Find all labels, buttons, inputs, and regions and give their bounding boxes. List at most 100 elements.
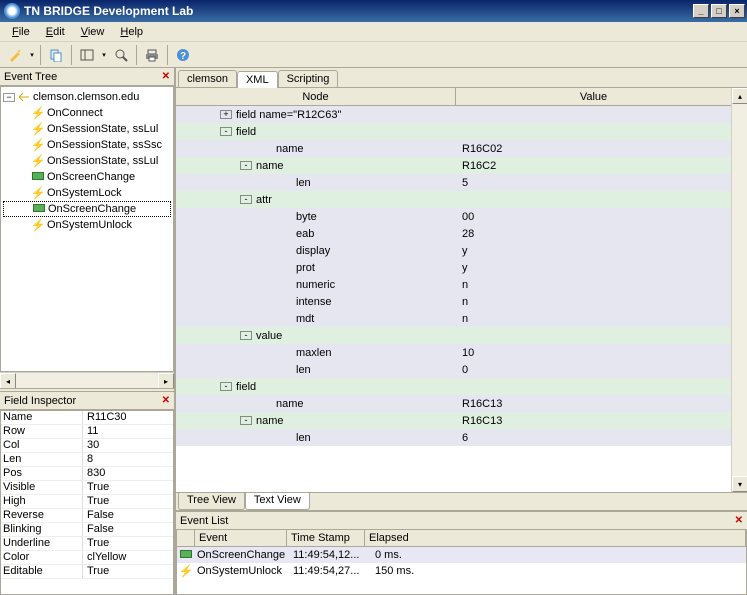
collapse-icon[interactable]: - — [240, 161, 252, 170]
collapse-icon[interactable]: − — [3, 93, 15, 102]
tool-wizard[interactable] — [4, 44, 26, 66]
collapse-icon[interactable]: - — [240, 331, 252, 340]
maximize-button[interactable]: □ — [711, 4, 727, 18]
inspector-row[interactable]: Col30 — [1, 439, 173, 453]
xml-row[interactable]: intensen — [176, 293, 731, 310]
xml-col-value[interactable]: Value — [456, 88, 731, 105]
xml-row[interactable]: maxlen10 — [176, 344, 731, 361]
inspector-row[interactable]: Row11 — [1, 425, 173, 439]
tree-item[interactable]: ⚡OnSystemUnlock — [3, 217, 171, 233]
event-list-row[interactable]: ⚡OnSystemUnlock11:49:54,27...150 ms. — [177, 563, 746, 579]
tool-layout-dropdown[interactable]: ▾ — [100, 51, 108, 59]
tool-print[interactable] — [141, 44, 163, 66]
collapse-icon[interactable]: - — [220, 382, 232, 391]
collapse-icon[interactable]: - — [240, 195, 252, 204]
tab-xml[interactable]: XML — [237, 71, 278, 88]
tree-scrollbar-h[interactable]: ◂ ▸ — [0, 372, 174, 388]
collapse-icon[interactable]: - — [240, 416, 252, 425]
tree-root[interactable]: − clemson.clemson.edu — [3, 89, 171, 105]
inspector-row[interactable]: UnderlineTrue — [1, 537, 173, 551]
inspector-row[interactable]: EditableTrue — [1, 565, 173, 579]
inspector-row[interactable]: ColorclYellow — [1, 551, 173, 565]
xml-col-node[interactable]: Node — [176, 88, 456, 105]
tree-item[interactable]: ⚡OnSessionState, ssLul — [3, 121, 171, 137]
xml-row[interactable]: proty — [176, 259, 731, 276]
menu-help[interactable]: Help — [112, 24, 151, 40]
col-event[interactable]: Event — [195, 530, 287, 546]
xml-node-name: attr — [256, 194, 272, 206]
scroll-right-icon[interactable]: ▸ — [158, 373, 174, 389]
xml-row[interactable]: displayy — [176, 242, 731, 259]
collapse-icon[interactable]: - — [220, 127, 232, 136]
field-inspector-close-icon[interactable]: ✕ — [162, 395, 170, 406]
xml-grid[interactable]: Node Value +field name="R12C63"-fieldnam… — [176, 88, 731, 492]
tree-item[interactable]: OnScreenChange — [3, 169, 171, 185]
scroll-left-icon[interactable]: ◂ — [0, 373, 16, 389]
inspector-value: True — [83, 565, 173, 578]
xml-row[interactable]: -value — [176, 327, 731, 344]
scroll-up-icon[interactable]: ▴ — [732, 88, 747, 104]
inspector-value: clYellow — [83, 551, 173, 564]
inspector-row[interactable]: BlinkingFalse — [1, 523, 173, 537]
col-elapsed[interactable]: Elapsed — [365, 530, 746, 546]
tree-item[interactable]: ⚡OnSystemLock — [3, 185, 171, 201]
tree-item[interactable]: OnScreenChange — [3, 201, 171, 217]
inspector-key: Color — [1, 551, 83, 564]
xml-row[interactable]: -nameR16C2 — [176, 157, 731, 174]
bolt-icon: ⚡ — [31, 122, 45, 136]
event-tree-close-icon[interactable]: ✕ — [162, 71, 170, 82]
tool-copy[interactable] — [45, 44, 67, 66]
inspector-row[interactable]: ReverseFalse — [1, 509, 173, 523]
xml-row[interactable]: eab28 — [176, 225, 731, 242]
inspector-row[interactable]: Len8 — [1, 453, 173, 467]
field-inspector[interactable]: NameR11C30Row11Col30Len8Pos830VisibleTru… — [0, 410, 174, 595]
tool-layout[interactable] — [76, 44, 98, 66]
xml-row[interactable]: len6 — [176, 429, 731, 446]
xml-row[interactable]: nameR16C13 — [176, 395, 731, 412]
menu-view[interactable]: View — [73, 24, 113, 40]
xml-row[interactable]: -nameR16C13 — [176, 412, 731, 429]
event-list-row[interactable]: OnScreenChange11:49:54,12...0 ms. — [177, 547, 746, 563]
tool-help[interactable]: ? — [172, 44, 194, 66]
inspector-row[interactable]: HighTrue — [1, 495, 173, 509]
tool-wizard-dropdown[interactable]: ▾ — [28, 51, 36, 59]
menu-edit[interactable]: Edit — [38, 24, 73, 40]
xml-row[interactable]: -field — [176, 378, 731, 395]
tree-item[interactable]: ⚡OnConnect — [3, 105, 171, 121]
tree-item[interactable]: ⚡OnSessionState, ssSsc — [3, 137, 171, 153]
close-button[interactable]: × — [729, 4, 745, 18]
event-list-close-icon[interactable]: ✕ — [735, 515, 743, 526]
col-timestamp[interactable]: Time Stamp — [287, 530, 365, 546]
xml-row[interactable]: +field name="R12C63" — [176, 106, 731, 123]
inspector-key: High — [1, 495, 83, 508]
xml-node-name: byte — [296, 211, 317, 223]
xml-row[interactable]: -field — [176, 123, 731, 140]
event-list-grid[interactable]: Event Time Stamp Elapsed OnScreenChange1… — [176, 529, 747, 595]
xml-node-value: 6 — [456, 432, 731, 444]
inspector-row[interactable]: VisibleTrue — [1, 481, 173, 495]
xml-scrollbar-v[interactable]: ▴ ▾ — [731, 88, 747, 492]
xml-row[interactable]: numericn — [176, 276, 731, 293]
xml-row[interactable]: len0 — [176, 361, 731, 378]
event-tree[interactable]: − clemson.clemson.edu ⚡OnConnect⚡OnSessi… — [0, 86, 174, 372]
tree-item[interactable]: ⚡OnSessionState, ssLul — [3, 153, 171, 169]
xml-row[interactable]: len5 — [176, 174, 731, 191]
tab-scripting[interactable]: Scripting — [278, 70, 339, 87]
inspector-row[interactable]: Pos830 — [1, 467, 173, 481]
tree-item-label: OnSessionState, ssLul — [47, 123, 158, 135]
xml-row[interactable]: byte00 — [176, 208, 731, 225]
tab-clemson[interactable]: clemson — [178, 70, 237, 87]
xml-node-name: numeric — [296, 279, 335, 291]
tab-text-view[interactable]: Text View — [245, 493, 310, 510]
expand-icon[interactable]: + — [220, 110, 232, 119]
bolt-icon: ⚡ — [31, 154, 45, 168]
minimize-button[interactable]: _ — [693, 4, 709, 18]
xml-row[interactable]: -attr — [176, 191, 731, 208]
tool-search[interactable] — [110, 44, 132, 66]
menu-file[interactable]: File — [4, 24, 38, 40]
tab-tree-view[interactable]: Tree View — [178, 493, 245, 510]
scroll-down-icon[interactable]: ▾ — [732, 476, 747, 492]
inspector-row[interactable]: NameR11C30 — [1, 411, 173, 425]
xml-row[interactable]: mdtn — [176, 310, 731, 327]
xml-row[interactable]: nameR16C02 — [176, 140, 731, 157]
